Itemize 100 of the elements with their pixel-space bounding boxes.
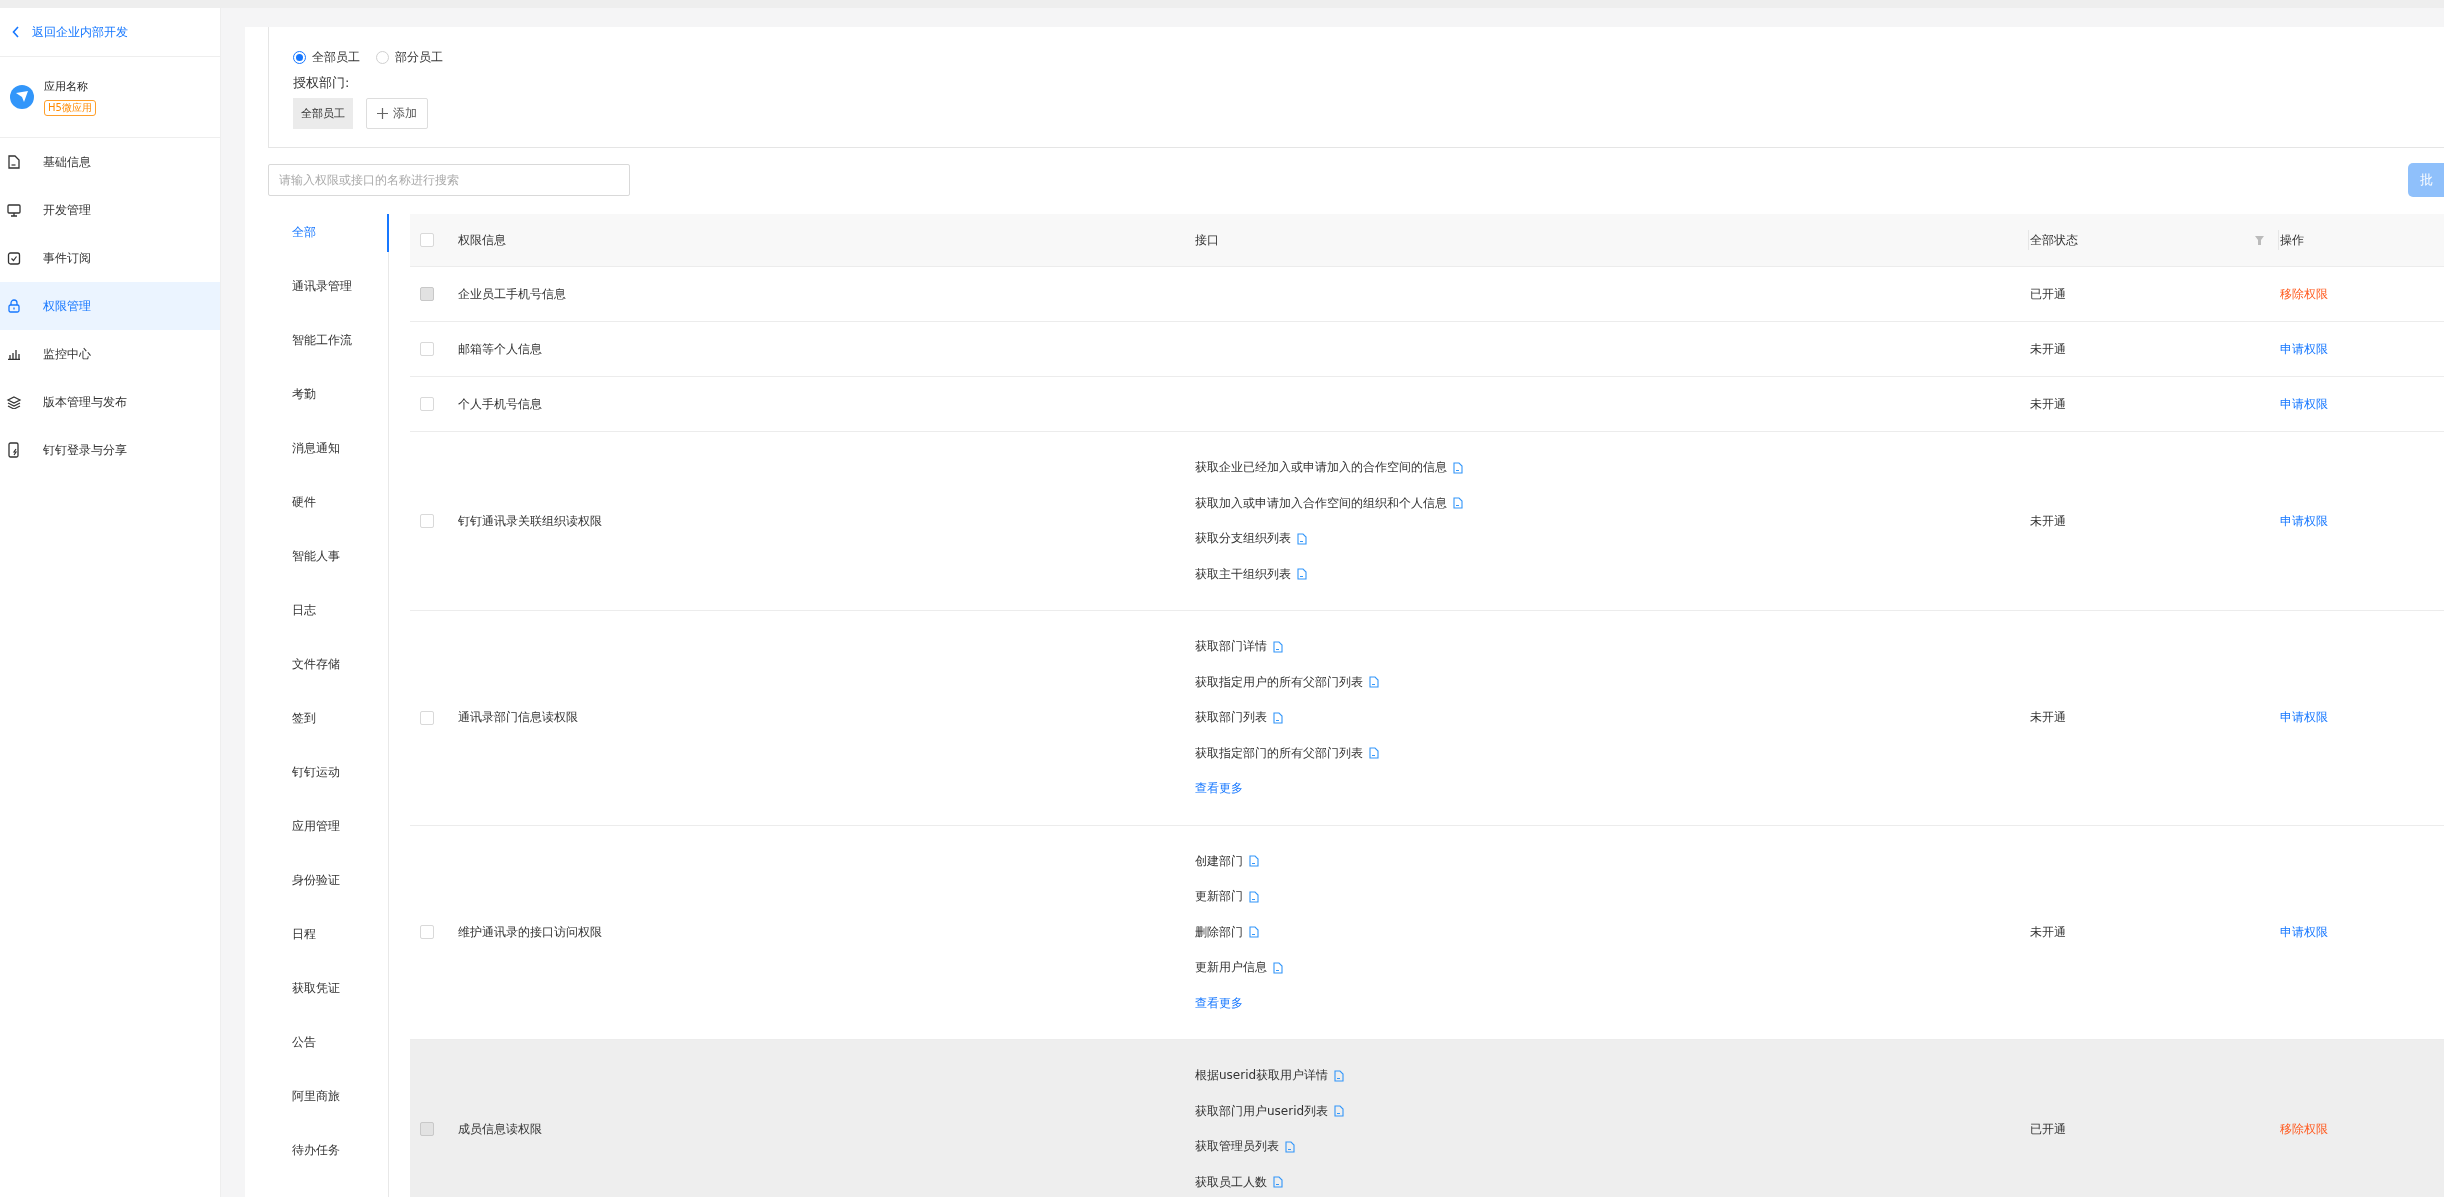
radio-label: 部分员工: [395, 49, 443, 66]
checkbox[interactable]: [420, 514, 434, 528]
search-field[interactable]: 请输入权限或接口的名称进行搜索: [268, 164, 630, 196]
status-text: 未开通: [2030, 923, 2066, 941]
api-name: 获取管理员列表: [1195, 1138, 1279, 1156]
sidebar-item[interactable]: 事件订阅: [0, 234, 220, 282]
radio-option[interactable]: 全部员工: [293, 49, 360, 66]
plus-icon: [377, 108, 388, 119]
radio-option[interactable]: 部分员工: [376, 49, 443, 66]
checkbox[interactable]: [420, 397, 434, 411]
add-button[interactable]: 添加: [366, 98, 428, 129]
sidebar-item[interactable]: 版本管理与发布: [0, 378, 220, 426]
status-text: 未开通: [2030, 512, 2066, 530]
category-tab[interactable]: 通讯录管理: [268, 268, 388, 322]
status-text: 已开通: [2030, 1120, 2066, 1138]
sidebar-item[interactable]: 基础信息: [0, 138, 220, 186]
category-tab[interactable]: 硬件: [268, 484, 388, 538]
checkbox[interactable]: [420, 233, 434, 247]
column-header: 操作: [2280, 231, 2304, 249]
category-tab[interactable]: 钉钉运动: [268, 754, 388, 808]
status-text: 已开通: [2030, 285, 2066, 303]
document-icon[interactable]: [1249, 890, 1259, 903]
category-tab[interactable]: 日程: [268, 916, 388, 970]
dept-label: 授权部门:: [293, 74, 351, 92]
action-link[interactable]: 申请权限: [2280, 923, 2328, 941]
document-icon[interactable]: [1273, 640, 1283, 653]
phone-icon: [6, 442, 22, 458]
checkbox[interactable]: [420, 710, 434, 725]
layers-icon: [6, 395, 22, 409]
document-icon[interactable]: [1369, 676, 1379, 689]
status-text: 未开通: [2030, 709, 2066, 727]
api-name: 根据userid获取用户详情: [1195, 1067, 1329, 1085]
api-name: 获取加入或申请加入合作空间的组织和个人信息: [1195, 494, 1447, 512]
app-type-tag: H5微应用: [44, 100, 96, 116]
document-icon[interactable]: [1453, 497, 1463, 510]
document-icon[interactable]: [1273, 1176, 1283, 1189]
category-tab[interactable]: 阿里商旅: [268, 1078, 388, 1132]
sidebar-item[interactable]: 监控中心: [0, 330, 220, 378]
api-name: 获取指定部门的所有父部门列表: [1195, 744, 1363, 762]
document-icon: [6, 155, 22, 169]
action-link[interactable]: 申请权限: [2280, 395, 2328, 413]
category-tab[interactable]: 待办任务: [268, 1132, 388, 1186]
status-text: 未开通: [2030, 395, 2066, 413]
document-icon[interactable]: [1369, 747, 1379, 760]
document-icon[interactable]: [1334, 1105, 1345, 1118]
checkbox[interactable]: [420, 342, 434, 356]
sidebar-item[interactable]: 钉钉登录与分享: [0, 426, 220, 474]
api-name: 获取部门列表: [1195, 709, 1267, 727]
document-icon[interactable]: [1297, 532, 1307, 545]
document-icon[interactable]: [1453, 461, 1463, 474]
api-name: 获取员工人数: [1195, 1173, 1267, 1191]
document-icon[interactable]: [1285, 1140, 1295, 1153]
document-icon[interactable]: [1249, 855, 1259, 868]
action-link[interactable]: 申请权限: [2280, 512, 2328, 530]
sidebar-item[interactable]: 开发管理: [0, 186, 220, 234]
category-tab[interactable]: 文件存储: [268, 646, 388, 700]
view-more-link[interactable]: 查看更多: [1195, 780, 1243, 798]
lock-icon: [6, 299, 22, 313]
action-link[interactable]: 申请权限: [2280, 340, 2328, 358]
radio-label: 全部员工: [312, 49, 360, 66]
document-icon[interactable]: [1334, 1069, 1345, 1082]
category-tab[interactable]: 签到: [268, 700, 388, 754]
category-tab[interactable]: 考勤: [268, 376, 388, 430]
back-link[interactable]: 返回企业内部开发: [0, 8, 220, 57]
document-icon[interactable]: [1249, 926, 1259, 939]
api-name: 获取指定用户的所有父部门列表: [1195, 673, 1363, 691]
category-tab[interactable]: 消息通知: [268, 430, 388, 484]
app-logo-icon: [10, 85, 34, 109]
view-more-link[interactable]: 查看更多: [1195, 994, 1243, 1012]
checkbox[interactable]: [420, 925, 434, 940]
api-name: 获取企业已经加入或申请加入的合作空间的信息: [1195, 459, 1447, 477]
status-text: 未开通: [2030, 340, 2066, 358]
document-icon[interactable]: [1273, 961, 1283, 974]
api-name: 删除部门: [1195, 923, 1243, 941]
api-name: 获取主干组织列表: [1195, 565, 1291, 583]
category-tab[interactable]: 身份验证: [268, 862, 388, 916]
filter-icon[interactable]: [2255, 235, 2264, 245]
dept-tag: 全部员工: [293, 98, 353, 129]
permission-name: 邮箱等个人信息: [458, 340, 542, 358]
permission-name: 个人手机号信息: [458, 395, 542, 413]
api-name: 更新用户信息: [1195, 959, 1267, 977]
chevron-left-icon: [12, 26, 20, 38]
category-tab[interactable]: 日志: [268, 592, 388, 646]
app-name: 应用名称: [44, 79, 88, 94]
permission-name: 成员信息读权限: [458, 1120, 542, 1138]
monitor-icon: [6, 203, 22, 217]
permission-name: 钉钉通讯录关联组织读权限: [458, 512, 602, 530]
category-tab[interactable]: 全部: [268, 214, 388, 268]
permission-name: 企业员工手机号信息: [458, 285, 566, 303]
action-link[interactable]: 申请权限: [2280, 709, 2328, 727]
permission-name: 通讯录部门信息读权限: [458, 709, 578, 727]
category-tab[interactable]: 智能工作流: [268, 322, 388, 376]
document-icon[interactable]: [1297, 568, 1307, 581]
category-tab[interactable]: 公告: [268, 1024, 388, 1078]
category-tab[interactable]: 获取凭证: [268, 970, 388, 1024]
category-tab[interactable]: 智能人事: [268, 538, 388, 592]
sidebar-item[interactable]: 权限管理: [0, 282, 220, 330]
api-name: 获取部门详情: [1195, 638, 1267, 656]
category-tab[interactable]: 应用管理: [268, 808, 388, 862]
document-icon[interactable]: [1273, 711, 1283, 724]
